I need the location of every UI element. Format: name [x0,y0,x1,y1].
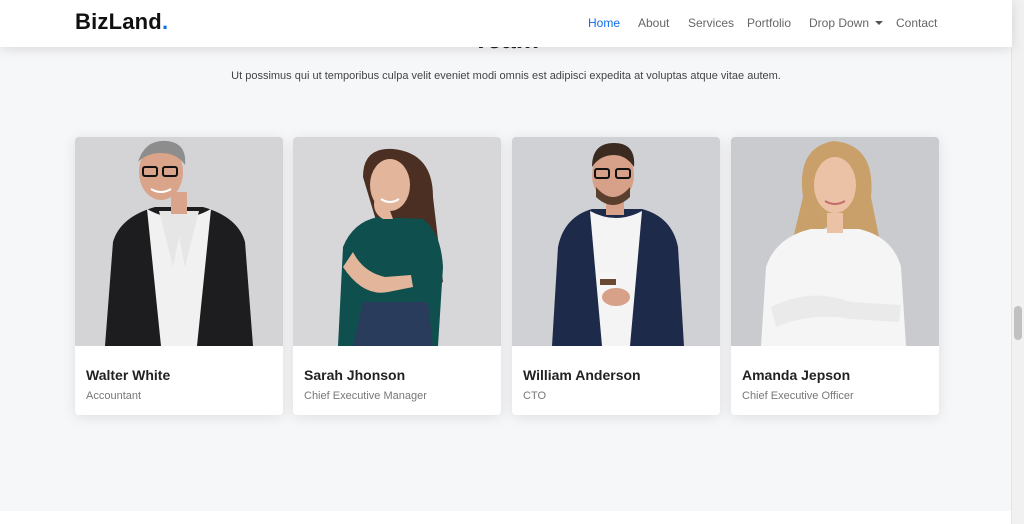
man-navy-blazer-coffee-photo [512,137,720,346]
next-section-edge [0,511,1012,524]
team-card-walter: Walter White Accountant [75,137,283,415]
section-description: Ut possimus qui ut temporibus culpa veli… [231,70,781,82]
logo[interactable]: BizLand. [75,9,168,35]
nav-dropdown-label: Drop Down [809,16,870,30]
nav-services[interactable]: Services [688,16,734,30]
site-header: BizLand. Home About Services Portfolio D… [0,0,1012,47]
member-role: Accountant [86,390,142,402]
nav-about[interactable]: About [638,16,669,30]
logo-text: BizLand [75,9,162,34]
nav-dropdown[interactable]: Drop Down [809,16,884,30]
logo-dot: . [161,9,169,34]
caret-down-icon [875,21,884,25]
man-suit-glasses-photo [75,137,283,346]
member-name: Amanda Jepson [742,367,851,383]
member-name: Sarah Jhonson [304,367,406,383]
page-scrollbar[interactable] [1011,0,1024,524]
member-name: Walter White [86,367,171,383]
team-card-sarah: Sarah Jhonson Chief Executive Manager [293,137,501,415]
member-role: Chief Executive Manager [304,390,427,402]
woman-teal-shirt-photo [293,137,501,346]
team-card-amanda: Amanda Jepson Chief Executive Officer [731,137,939,415]
member-name: William Anderson [523,367,641,383]
nav-portfolio[interactable]: Portfolio [747,16,791,30]
member-role: CTO [523,390,547,402]
nav-home[interactable]: Home [588,16,620,30]
scrollbar-thumb[interactable] [1014,306,1022,340]
woman-white-blouse-photo [731,137,939,346]
team-card-william: William Anderson CTO [512,137,720,415]
member-role: Chief Executive Officer [742,390,854,402]
nav-contact[interactable]: Contact [896,16,937,30]
